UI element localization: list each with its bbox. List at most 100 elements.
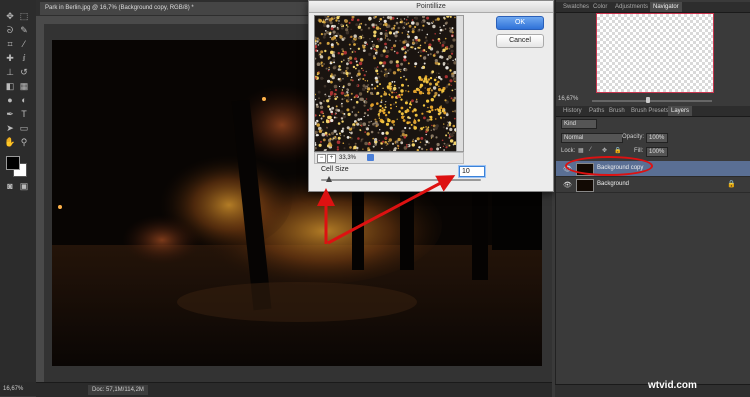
screen-mode-icon[interactable]: ▣ bbox=[18, 180, 30, 192]
preview-dot bbox=[362, 69, 364, 72]
preview-dot bbox=[364, 131, 367, 133]
eyedropper-icon[interactable]: ⁄ bbox=[18, 38, 30, 50]
preview-dot bbox=[445, 66, 449, 70]
cell-size-slider-thumb[interactable] bbox=[326, 176, 332, 182]
blur-icon[interactable]: ● bbox=[4, 94, 16, 106]
preview-dot bbox=[393, 24, 396, 27]
navigator-zoom-slider[interactable] bbox=[592, 100, 712, 102]
quick-select-icon[interactable]: ✎ bbox=[18, 24, 30, 36]
healing-icon[interactable]: ✚ bbox=[4, 52, 16, 64]
opacity-input[interactable]: 100% bbox=[646, 133, 668, 143]
layer-row-background[interactable]: 👁 Background 🔒 bbox=[556, 177, 750, 193]
blend-mode-select[interactable]: Normal bbox=[561, 133, 623, 143]
cell-size-input[interactable]: 10 bbox=[459, 166, 485, 177]
preview-dot bbox=[423, 49, 426, 52]
preview-dot bbox=[320, 112, 322, 114]
preview-dot bbox=[368, 141, 371, 144]
lock-pixels-icon[interactable]: ▦ bbox=[578, 147, 584, 154]
tab-history[interactable]: History bbox=[560, 106, 585, 116]
lock-position-icon[interactable]: ✥ bbox=[602, 147, 607, 154]
marquee-icon[interactable]: ⬚ bbox=[18, 10, 30, 22]
preview-dot bbox=[337, 78, 340, 81]
layer-filter-kind[interactable]: Kind bbox=[561, 119, 597, 129]
type-icon[interactable]: T bbox=[18, 108, 30, 120]
navigator-preview[interactable] bbox=[596, 13, 714, 93]
preview-dot bbox=[426, 16, 430, 20]
preview-scrollbar[interactable] bbox=[456, 15, 464, 152]
ok-button[interactable]: OK bbox=[496, 16, 544, 30]
tab-color[interactable]: Color bbox=[590, 2, 610, 12]
zoom-in-button[interactable]: + bbox=[327, 154, 336, 163]
preview-dot bbox=[335, 39, 337, 41]
preview-dot bbox=[347, 112, 351, 116]
zoom-icon[interactable]: ⚲ bbox=[18, 136, 30, 148]
preview-dot bbox=[444, 75, 448, 79]
zoom-level-status[interactable]: 16,67% bbox=[0, 382, 36, 396]
preview-dot bbox=[403, 58, 407, 62]
layer-name[interactable]: Background bbox=[597, 177, 629, 192]
lock-paint-icon[interactable]: ⁄ bbox=[590, 147, 591, 153]
lasso-icon[interactable]: ᘐ bbox=[4, 24, 16, 36]
preview-dot bbox=[328, 32, 332, 36]
preview-dot bbox=[446, 58, 449, 61]
preview-dot bbox=[326, 24, 330, 28]
preview-dot bbox=[396, 51, 399, 55]
tab-navigator[interactable]: Navigator bbox=[650, 2, 682, 12]
preview-dot bbox=[376, 91, 380, 95]
preview-dot bbox=[451, 35, 453, 37]
tab-brush[interactable]: Brush bbox=[606, 106, 628, 116]
document-size-status[interactable]: Doc: 57,1M/114,2M bbox=[88, 385, 148, 395]
shape-icon[interactable]: ▭ bbox=[18, 122, 30, 134]
preview-dot bbox=[317, 90, 321, 94]
pen-icon[interactable]: ✒ bbox=[4, 108, 16, 120]
preview-zoom-dropdown[interactable] bbox=[367, 154, 374, 161]
tab-paths[interactable]: Paths bbox=[586, 106, 607, 116]
gradient-icon[interactable]: ▦ bbox=[18, 80, 30, 92]
history-brush-icon[interactable]: ↺ bbox=[18, 66, 30, 78]
brush-icon[interactable]: ⅈ bbox=[18, 52, 30, 64]
preview-dot bbox=[325, 19, 329, 23]
clone-stamp-icon[interactable]: ⊥ bbox=[4, 66, 16, 78]
preview-dot bbox=[373, 34, 377, 38]
move-icon[interactable]: ✥ bbox=[4, 10, 16, 22]
filter-preview[interactable] bbox=[314, 15, 458, 152]
preview-dot bbox=[427, 54, 429, 56]
tab-swatches[interactable]: Swatches bbox=[560, 2, 592, 12]
eraser-icon[interactable]: ◧ bbox=[4, 80, 16, 92]
crop-icon[interactable]: ⌗ bbox=[4, 38, 16, 50]
visibility-eye-icon[interactable]: 👁 bbox=[563, 181, 572, 189]
quick-mask-icon[interactable]: ◙ bbox=[4, 180, 16, 192]
cell-size-slider[interactable] bbox=[321, 179, 481, 181]
preview-dot bbox=[384, 74, 388, 78]
preview-dot bbox=[408, 127, 411, 130]
preview-dot bbox=[330, 118, 334, 123]
preview-dot bbox=[356, 63, 359, 67]
zoom-out-button[interactable]: − bbox=[317, 154, 326, 163]
path-select-icon[interactable]: ➤ bbox=[4, 122, 16, 134]
lock-all-icon[interactable]: 🔒 bbox=[614, 147, 621, 154]
tab-brush-presets[interactable]: Brush Presets bbox=[628, 106, 672, 116]
foreground-color-swatch[interactable] bbox=[6, 156, 20, 170]
fill-input[interactable]: 100% bbox=[646, 147, 668, 157]
preview-dot bbox=[379, 32, 383, 35]
document-tab[interactable]: Park in Berlin.jpg @ 16,7% (Background c… bbox=[40, 2, 315, 15]
preview-dot bbox=[342, 78, 344, 80]
cancel-button[interactable]: Cancel bbox=[496, 34, 544, 48]
navigator-zoom-value[interactable]: 16,67% bbox=[558, 96, 578, 102]
preview-dot bbox=[393, 32, 396, 35]
navigator-zoom-knob[interactable] bbox=[646, 97, 650, 103]
hand-icon[interactable]: ✋ bbox=[4, 136, 16, 148]
preview-dot bbox=[411, 110, 415, 113]
preview-dot bbox=[427, 78, 431, 81]
tab-adjustments[interactable]: Adjustments bbox=[612, 2, 651, 12]
preview-dot bbox=[436, 17, 440, 21]
preview-dot bbox=[445, 127, 448, 130]
preview-dot bbox=[450, 84, 452, 86]
preview-dot bbox=[364, 141, 368, 146]
dodge-icon[interactable]: ◐ bbox=[18, 94, 30, 106]
preview-dot bbox=[384, 22, 388, 27]
preview-dot bbox=[444, 22, 448, 25]
tab-layers[interactable]: Layers bbox=[668, 106, 693, 116]
preview-dot bbox=[438, 85, 440, 88]
preview-dot bbox=[434, 53, 436, 55]
